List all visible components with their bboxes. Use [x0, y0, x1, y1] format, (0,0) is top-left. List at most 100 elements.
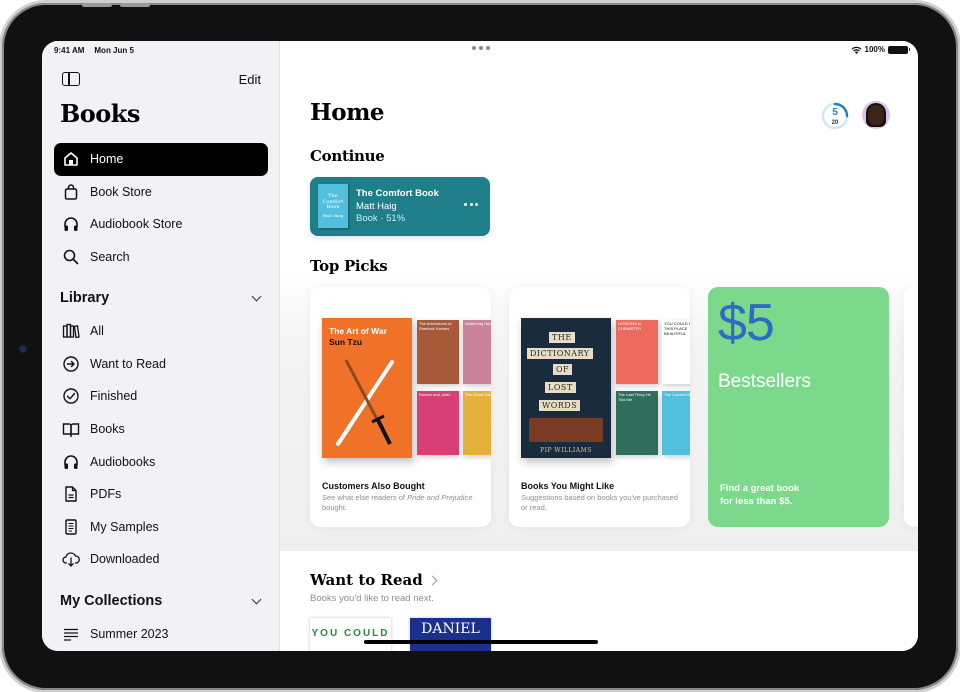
multitasking-menu-button[interactable] [472, 46, 490, 50]
next-pick-card[interactable] [904, 287, 918, 527]
continue-reading-card[interactable]: The Comfort Book Matt Haig The Comfort B… [310, 177, 490, 236]
sidebar-item-label: My Samples [90, 519, 159, 534]
sidebar-item-book-store[interactable]: Book Store [54, 176, 268, 209]
sidebar-item-label: Summer 2023 [90, 627, 169, 642]
book-cover: The Last Thing He Told Me [616, 391, 658, 455]
volume-button [82, 3, 112, 7]
main-nav: Home Book Store Audiobook Store Search [54, 143, 268, 273]
app-title: Books [60, 99, 140, 128]
want-to-read-subtitle: Books you'd like to read next. [310, 593, 434, 604]
collections-heading: My Collections [60, 593, 163, 609]
document-icon [62, 485, 80, 503]
book-cover: The Comfort Book [662, 391, 690, 455]
crossed-swords-illustration [336, 359, 394, 446]
status-bar-left: 9:41 AM Mon Jun 5 [54, 46, 134, 55]
sidebar-item-label: Audiobook Store [90, 217, 183, 232]
page-title: Home [310, 99, 385, 126]
arrow-circle-icon [62, 355, 80, 373]
open-book-icon [62, 420, 80, 438]
sidebar-item-pdfs[interactable]: PDFs [54, 478, 268, 511]
book-cover: YOU COULD MAKE THIS PLACE BEAUTIFUL [662, 320, 690, 384]
edit-button[interactable]: Edit [239, 72, 261, 87]
book-cover: The Great Gatsby [463, 391, 491, 455]
customers-also-bought-card[interactable]: The Art of War Sun Tzu The Adventures of… [310, 287, 491, 527]
book-cover: Romeo and Juliet [417, 391, 459, 455]
sidebar-item-audiobook-store[interactable]: Audiobook Store [54, 208, 268, 241]
main-content: Home 5 20 Continue The Comfort Book Matt… [280, 41, 918, 651]
volume-button [120, 3, 150, 7]
book-cover[interactable]: DANIEL [410, 618, 491, 651]
sample-doc-icon [62, 518, 80, 536]
sidebar-item-label: Audiobooks [90, 454, 156, 469]
more-options-icon[interactable] [464, 203, 478, 206]
sidebar-item-label: All [90, 324, 104, 339]
top-picks-heading: Top Picks [310, 257, 388, 275]
book-progress: Book · 51% [356, 213, 406, 224]
continue-book-info: The Comfort Book Matt Haig Book · 51% [356, 188, 439, 226]
sidebar-item-summer-2023[interactable]: Summer 2023 [54, 618, 268, 651]
book-author: Matt Haig [356, 200, 397, 212]
sidebar-item-home[interactable]: Home [54, 143, 268, 176]
home-indicator[interactable] [364, 640, 598, 644]
sidebar-item-finished[interactable]: Finished [54, 380, 268, 413]
featured-book-cover: The Art of War Sun Tzu [322, 318, 412, 458]
book-title: The Comfort Book [356, 188, 439, 199]
sidebar-item-books[interactable]: Books [54, 413, 268, 446]
cover-author: Sun Tzu [329, 337, 363, 347]
shopping-bag-icon [62, 183, 80, 201]
books-stack-icon [62, 322, 80, 340]
cover-title: The Art of War [329, 326, 387, 336]
status-date: Mon Jun 5 [94, 46, 134, 55]
sidebar-item-want-to-read[interactable]: Want to Read [54, 348, 268, 381]
library-section-header[interactable]: Library [60, 290, 264, 306]
status-time: 9:41 AM [54, 46, 85, 55]
account-avatar[interactable] [862, 101, 890, 129]
collections-nav: Summer 2023 [54, 618, 268, 651]
status-bar-right: 100% [851, 45, 910, 54]
sidebar-item-label: Book Store [90, 184, 152, 199]
sidebar: Edit Books Home Book Store Audiobook Sto… [42, 41, 280, 651]
sidebar-item-label: Finished [90, 389, 138, 404]
sidebar-item-label: Downloaded [90, 552, 160, 567]
battery-percent: 100% [864, 45, 885, 54]
house-icon [62, 150, 80, 168]
chevron-right-icon [427, 575, 438, 585]
sidebar-item-label: Books [90, 422, 125, 437]
headphones-icon [62, 215, 80, 233]
wifi-icon [851, 46, 861, 54]
front-camera [20, 346, 26, 352]
cloud-download-icon [62, 550, 80, 568]
featured-book-cover: THE DICTIONARY OF LOST WORDS PIP WILLIAM… [521, 318, 611, 458]
promo-description: Find a great book for less than $5. [720, 483, 800, 507]
headphones-icon [62, 453, 80, 471]
books-you-might-like-card[interactable]: THE DICTIONARY OF LOST WORDS PIP WILLIAM… [509, 287, 690, 527]
screen: 9:41 AM Mon Jun 5 100% Edit Books Home B… [42, 41, 918, 651]
book-cover[interactable]: YOU COULD [310, 618, 391, 651]
card-description: See what else readers of Pride and Preju… [322, 493, 473, 512]
sidebar-item-my-samples[interactable]: My Samples [54, 511, 268, 544]
reading-goal-current: 5 [832, 107, 838, 118]
sidebar-item-label: Home [90, 152, 124, 167]
collections-section-header[interactable]: My Collections [60, 593, 264, 609]
sidebar-item-label: Want to Read [90, 356, 166, 371]
search-icon [62, 248, 80, 266]
bestsellers-promo-card[interactable]: $5 Bestsellers Find a great book for les… [708, 287, 889, 527]
chevron-down-icon[interactable] [251, 291, 262, 301]
library-nav: All Want to Read Finished Books Audioboo… [54, 315, 268, 576]
cover-title: The Comfort Book [322, 193, 344, 211]
chevron-down-icon[interactable] [251, 594, 262, 604]
sidebar-item-audiobooks[interactable]: Audiobooks [54, 445, 268, 478]
sidebar-item-label: PDFs [90, 487, 122, 502]
card-title: Books You Might Like [521, 481, 615, 491]
sidebar-item-all[interactable]: All [54, 315, 268, 348]
sidebar-item-search[interactable]: Search [54, 241, 268, 274]
book-cover: Wuthering Heights [463, 320, 491, 384]
book-cover: The Adventures of Sherlock Holmes [417, 320, 459, 384]
sidebar-toggle-icon[interactable] [62, 72, 80, 86]
sidebar-item-label: Search [90, 250, 130, 265]
library-heading: Library [60, 290, 110, 306]
sidebar-item-downloaded[interactable]: Downloaded [54, 543, 268, 576]
want-to-read-heading: Want to Read [310, 571, 423, 589]
want-to-read-header[interactable]: Want to Read [310, 571, 438, 589]
promo-title: Bestsellers [718, 371, 811, 392]
